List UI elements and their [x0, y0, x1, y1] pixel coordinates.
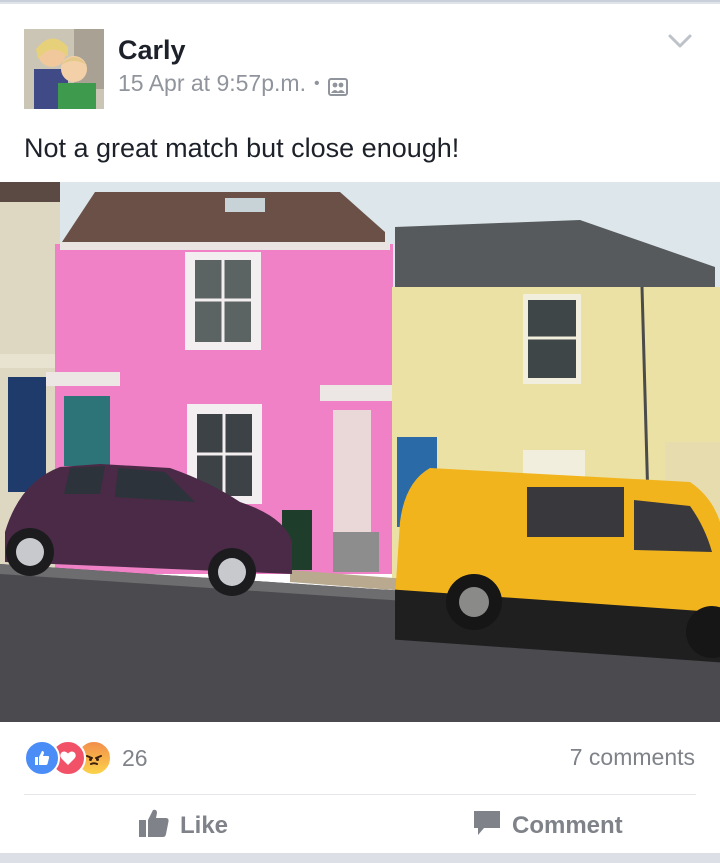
comment-button[interactable]: Comment	[472, 806, 623, 846]
like-button[interactable]: Like	[138, 806, 228, 846]
post-meta: 15 Apr at 9:57p.m. •	[118, 70, 348, 97]
bottom-separator	[0, 853, 720, 863]
post-timestamp[interactable]: 15 Apr at 9:57p.m.	[118, 70, 306, 97]
like-reaction-icon	[24, 740, 60, 776]
reaction-summary[interactable]: 26	[24, 740, 148, 776]
post-text: Not a great match but close enough!	[24, 133, 460, 163]
like-label: Like	[180, 812, 229, 839]
post-photo[interactable]	[0, 182, 720, 722]
top-divider	[0, 0, 720, 4]
comment-label: Comment	[512, 812, 623, 839]
comments-count-link[interactable]: 7 comments	[570, 744, 695, 771]
meta-separator: •	[313, 74, 320, 92]
actions-divider	[24, 794, 696, 795]
author-avatar[interactable]	[24, 29, 104, 109]
friends-icon[interactable]	[327, 75, 348, 96]
speech-bubble-icon	[472, 808, 502, 845]
post-options-chevron-icon[interactable]	[664, 28, 696, 54]
reaction-count: 26	[122, 744, 148, 771]
thumbs-up-icon	[138, 808, 170, 845]
author-name[interactable]: Carly	[118, 35, 186, 66]
